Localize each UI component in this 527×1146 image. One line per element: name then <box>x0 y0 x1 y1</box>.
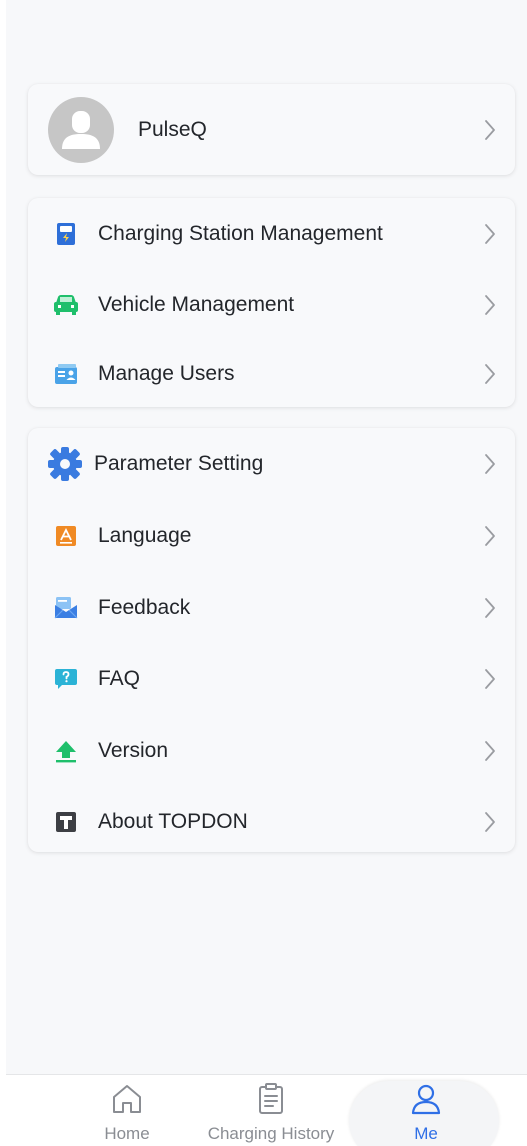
chevron-right-icon <box>479 740 501 762</box>
person-avatar-icon <box>62 110 100 149</box>
bottom-tab-bar: Home Charging History Me <box>6 1074 527 1146</box>
menu-item-faq[interactable]: FAQ <box>28 643 515 715</box>
chevron-right-icon <box>479 668 501 690</box>
tab-me[interactable]: Me <box>391 1083 461 1144</box>
chevron-right-icon <box>479 119 501 141</box>
menu-item-vehicle-management[interactable]: Vehicle Management <box>28 270 515 340</box>
clipboard-list-icon <box>256 1083 286 1120</box>
car-icon <box>52 291 80 319</box>
chevron-right-icon <box>479 597 501 619</box>
upload-arrow-icon <box>52 737 80 765</box>
language-icon <box>52 522 80 550</box>
menu-label: Manage Users <box>98 361 235 385</box>
menu-label: Parameter Setting <box>94 452 264 475</box>
profile-name: PulseQ <box>138 117 207 141</box>
users-icon <box>52 360 80 388</box>
menu-item-parameter-setting[interactable]: Parameter Setting <box>28 428 515 500</box>
settings-menu: Parameter Setting Language Feedback FAQ … <box>28 428 515 852</box>
chevron-right-icon <box>479 294 501 316</box>
chevron-right-icon <box>479 223 501 245</box>
menu-label: Charging Station Management <box>98 222 383 245</box>
person-icon <box>410 1083 442 1120</box>
chevron-right-icon <box>479 453 501 475</box>
tab-home[interactable]: Home <box>92 1083 162 1144</box>
tab-charging-history[interactable]: Charging History <box>196 1083 346 1144</box>
chevron-right-icon <box>479 363 501 385</box>
question-icon <box>52 665 80 693</box>
menu-item-about-topdon[interactable]: About TOPDON <box>28 787 515 857</box>
tab-label: Home <box>104 1124 150 1143</box>
menu-item-manage-users[interactable]: Manage Users <box>28 340 515 407</box>
chevron-right-icon <box>479 525 501 547</box>
tab-label: Charging History <box>207 1124 335 1143</box>
menu-item-feedback[interactable]: Feedback <box>28 572 515 643</box>
menu-label: About TOPDON <box>98 810 248 833</box>
me-screen: PulseQ Charging Station Management Vehic… <box>6 0 527 1146</box>
menu-label: Vehicle Management <box>98 293 295 316</box>
envelope-icon <box>52 594 80 622</box>
menu-label: Version <box>98 739 169 762</box>
management-menu: Charging Station Management Vehicle Mana… <box>28 198 515 407</box>
topdon-logo-icon <box>52 808 80 836</box>
tab-label: Me <box>414 1124 438 1143</box>
home-icon <box>110 1083 144 1120</box>
gear-icon <box>46 447 84 481</box>
profile-card[interactable]: PulseQ <box>28 84 515 175</box>
menu-label: FAQ <box>98 667 141 690</box>
profile-row[interactable]: PulseQ <box>28 84 515 175</box>
menu-label: Feedback <box>98 595 191 619</box>
menu-item-charging-station-management[interactable]: Charging Station Management <box>28 198 515 270</box>
charging-station-icon <box>52 220 80 248</box>
avatar <box>48 96 114 163</box>
chevron-right-icon <box>479 811 501 833</box>
menu-item-version[interactable]: Version <box>28 715 515 787</box>
menu-item-language[interactable]: Language <box>28 500 515 572</box>
menu-label: Language <box>98 524 192 547</box>
